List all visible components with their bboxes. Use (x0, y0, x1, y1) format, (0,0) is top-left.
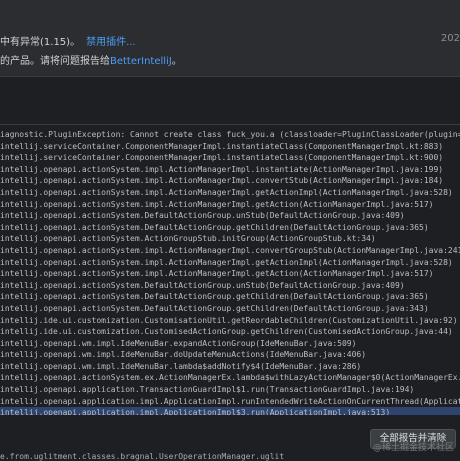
notification-line-2: 的产品。请将问题报告给BetterIntelliJ。 (0, 52, 182, 67)
notification-date: 202 (440, 33, 460, 44)
report-message: 的产品。请将问题报告给 (0, 56, 110, 67)
stacktrace-line[interactable]: intellij.openapi.actionSystem.DefaultAct… (0, 291, 460, 303)
stacktrace-line[interactable]: intellij.openapi.actionSystem.impl.Actio… (0, 268, 460, 280)
stacktrace-line[interactable]: intellij.openapi.actionSystem.impl.Actio… (0, 199, 460, 211)
disable-plugin-link-ellipsis[interactable]: ... (126, 37, 136, 48)
stacktrace-line[interactable]: iagnostic.PluginException: Cannot create… (0, 129, 460, 141)
stacktrace-line[interactable]: intellij.openapi.actionSystem.DefaultAct… (0, 222, 460, 234)
report-betterintellij-link[interactable]: BetterIntelliJ (110, 56, 172, 67)
stacktrace-line[interactable]: intellij.openapi.actionSystem.DefaultAct… (0, 303, 460, 315)
stacktrace-line[interactable]: intellij.openapi.actionSystem.DefaultAct… (0, 280, 460, 292)
watermark: @稀土掘金技术社区 (372, 443, 454, 453)
stacktrace-line[interactable]: intellij.openapi.actionSystem.DefaultAct… (0, 210, 460, 222)
stacktrace-line[interactable]: intellij.openapi.actionSystem.impl.Actio… (0, 164, 460, 176)
notification-message: 中有异常(1.15)。 (0, 37, 81, 48)
stacktrace-line[interactable]: intellij.ide.ui.customization.Customised… (0, 326, 460, 338)
stacktrace-line[interactable]: intellij.openapi.wm.impl.IdeMenuBar.doUp… (0, 349, 460, 361)
stacktrace-line[interactable]: intellij.openapi.actionSystem.impl.Actio… (0, 257, 460, 269)
stacktrace-line[interactable]: intellij.serviceContainer.ComponentManag… (0, 152, 460, 164)
stacktrace-line[interactable]: intellij.openapi.actionSystem.impl.Actio… (0, 175, 460, 187)
notification-panel: 中有异常(1.15)。 禁用插件... 202 的产品。请将问题报告给Better… (0, 0, 460, 76)
disable-plugin-link[interactable]: 禁用插件 (86, 37, 126, 48)
details-gap (0, 77, 460, 124)
stacktrace-line[interactable]: intellij.openapi.actionSystem.impl.Actio… (0, 187, 460, 199)
notification-line-1: 中有异常(1.15)。 禁用插件... (0, 33, 136, 48)
stacktrace-line[interactable]: intellij.openapi.actionSystem.ActionGrou… (0, 233, 460, 245)
stacktrace-line[interactable]: intellij.openapi.application.Transaction… (0, 384, 460, 396)
stacktrace-line[interactable]: intellij.openapi.wm.impl.IdeMenuBar.lamb… (0, 361, 460, 373)
stacktrace-panel[interactable]: iagnostic.PluginException: Cannot create… (0, 124, 460, 416)
stacktrace-line[interactable]: intellij.serviceContainer.ComponentManag… (0, 141, 460, 153)
stacktrace-line[interactable]: intellij.ide.ui.customization.Customisat… (0, 315, 460, 327)
stacktrace-line[interactable]: intellij.openapi.actionSystem.ex.ActionM… (0, 372, 460, 384)
stacktrace-line[interactable]: intellij.openapi.wm.impl.IdeMenuBar.expa… (0, 338, 460, 350)
stacktrace-line[interactable]: intellij.openapi.actionSystem.impl.Actio… (0, 245, 460, 257)
report-message-end: 。 (171, 56, 182, 67)
stacktrace-line[interactable]: intellij.openapi.application.impl.Applic… (0, 396, 460, 408)
